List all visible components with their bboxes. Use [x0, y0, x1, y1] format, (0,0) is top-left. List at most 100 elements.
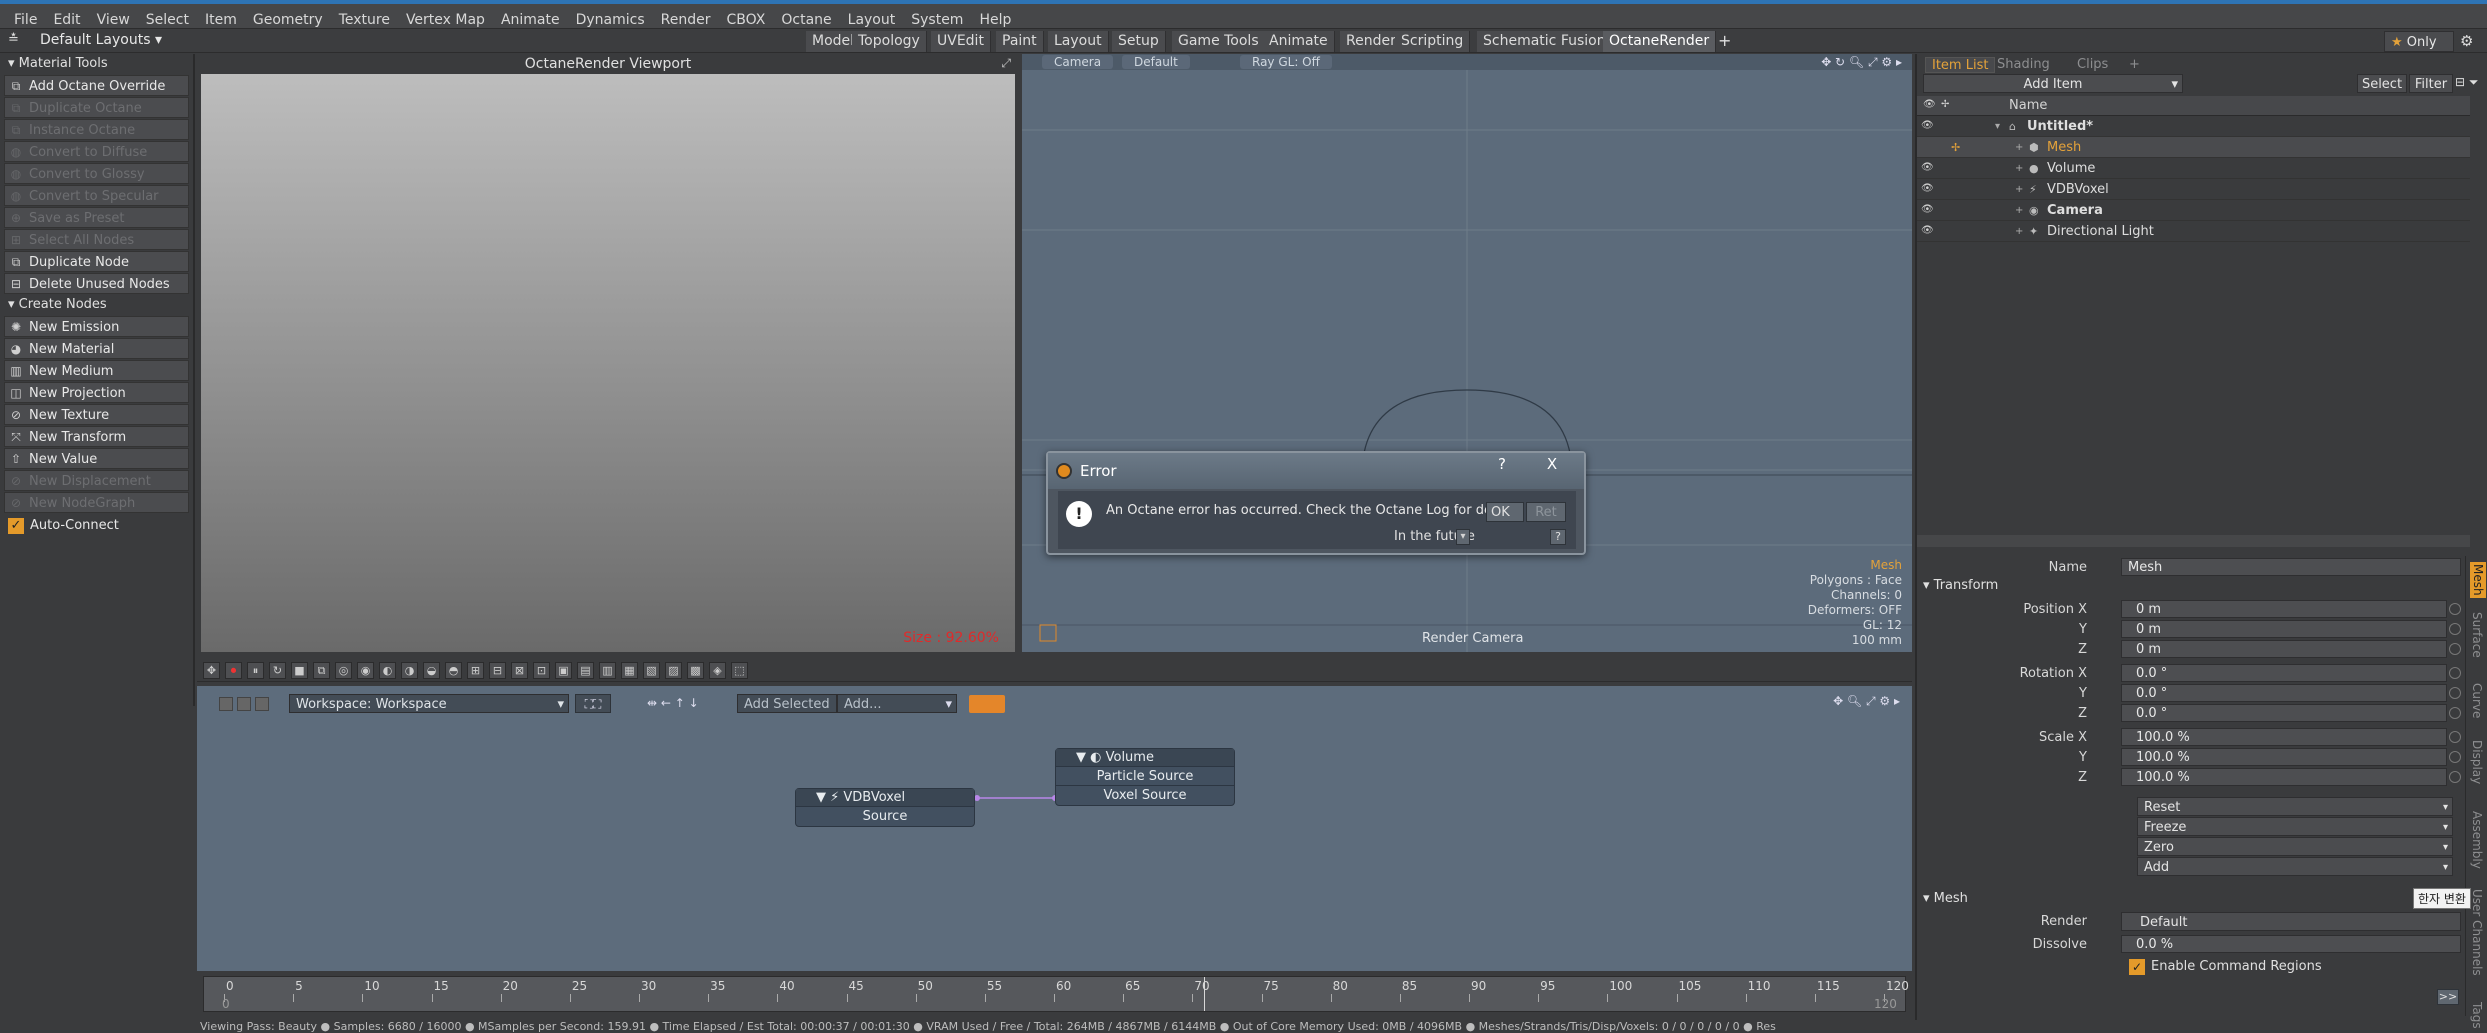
timeline-ruler[interactable]: 0 5 10 15 20 25 30 35 40 45 50 55 60 65 70 75 80 85 90 95 10… — [203, 976, 1909, 1012]
pos-y-key-icon[interactable] — [2449, 623, 2461, 635]
tool-save-as-preset[interactable]: ⊕ Save as Preset — [4, 207, 189, 228]
tab-game-tools[interactable]: Game Tools — [1172, 31, 1266, 52]
side-tab-user-channels[interactable]: User Channels — [2470, 889, 2484, 976]
action-freeze-button[interactable]: Freeze ▾ — [2137, 817, 2453, 836]
tab-topology[interactable]: Topology — [852, 31, 927, 52]
render-toolbar-icon[interactable]: ◓ — [445, 662, 462, 679]
raygl-button[interactable]: Ray GL: Off — [1240, 55, 1332, 69]
tool-instance-octane-override[interactable]: ⧉Instance Octane Override — [4, 119, 189, 159]
tool-new-transform[interactable]: ⤧ New Transform — [4, 426, 189, 447]
render-toolbar-icon[interactable]: ⧉ — [313, 662, 330, 679]
shading-style-button[interactable]: Default — [1122, 55, 1190, 69]
camera-view-button[interactable]: Camera — [1042, 55, 1114, 69]
tab-octanerender[interactable]: OctaneRender — [1603, 31, 1717, 52]
render-toolbar-icon[interactable]: ■ — [291, 662, 308, 679]
rot-y-key-icon[interactable] — [2449, 687, 2461, 699]
side-tab-display[interactable]: Display — [2470, 740, 2484, 784]
tool-new-texture[interactable]: ⊘ New Texture — [4, 404, 189, 425]
transform-section-header[interactable]: ▾ Transform — [1923, 578, 1998, 593]
render-toolbar-icon[interactable]: ▧ — [643, 662, 660, 679]
side-tab-mesh[interactable]: Mesh — [2470, 562, 2486, 598]
more-button[interactable]: >> — [2437, 989, 2459, 1005]
tab-paint[interactable]: Paint — [996, 31, 1044, 52]
render-canvas[interactable]: Size : 92.60% — [201, 74, 1015, 652]
tab-schematic-fusion[interactable]: Schematic Fusion — [1477, 31, 1613, 52]
add-layout-tab-button[interactable]: + — [1718, 31, 1731, 50]
pos-z-key-icon[interactable] — [2449, 643, 2461, 655]
dialog-help-button[interactable]: ? — [1550, 529, 1566, 545]
pos-x-key-icon[interactable] — [2449, 603, 2461, 615]
visibility-eye-icon[interactable]: 👁︎ — [1921, 162, 1934, 174]
scale-z-field[interactable]: 100.0 % — [2121, 768, 2447, 786]
volume-node-header[interactable]: ▼ ◐ Volume — [1056, 749, 1234, 767]
vdbvoxel-node[interactable]: ▼ ⚡ VDBVoxel Source — [795, 788, 975, 827]
list-item[interactable]: ✢ + ⬢ Mesh — [1917, 137, 2470, 158]
layout-toggle-icon[interactable]: ≛ — [8, 32, 19, 47]
render-toolbar-icon[interactable]: ◐ — [379, 662, 396, 679]
octane-render-viewport[interactable]: OctaneRender Viewport ⤢ Size : 92.60% — [197, 54, 1019, 652]
tool-duplicate-octane-override[interactable]: ⧉Duplicate Octane Override — [4, 97, 189, 137]
render-toolbar-icon[interactable]: ◒ — [423, 662, 440, 679]
render-toolbar-icon[interactable]: ▤ — [577, 662, 594, 679]
action-add-button[interactable]: Add ▾ — [2137, 857, 2453, 876]
rot-z-field[interactable]: 0.0 ° — [2121, 704, 2447, 722]
render-toolbar-icon[interactable]: ⊟ — [489, 662, 506, 679]
add-item-button[interactable]: Add Item ▾ — [1923, 74, 2183, 93]
tool-select-all-nodes[interactable]: ⊞ Select All Nodes — [4, 229, 189, 250]
list-item[interactable]: 👁︎ + ● Volume — [1917, 158, 2470, 179]
render-toolbar-icon[interactable]: ▩ — [687, 662, 704, 679]
right-tab-clips[interactable]: Clips — [2071, 57, 2114, 73]
render-toolbar-icon[interactable]: ⊡ — [533, 662, 550, 679]
expand-icon[interactable]: ▾ — [1995, 116, 2000, 137]
scene-viewport[interactable]: Camera Default Ray GL: Off ✥ ↻ 🔍︎ ⤢ ⚙ ▸ … — [1022, 54, 1912, 652]
tab-render[interactable]: Render — [1340, 31, 1403, 52]
enable-command-regions-toggle[interactable]: ✓ Enable Command Regions — [2129, 958, 2322, 976]
render-toolbar-icon[interactable]: ↻ — [269, 662, 286, 679]
render-toolbar-icon[interactable]: ⏺ — [225, 662, 242, 679]
render-toolbar-icon[interactable]: ◈ — [709, 662, 726, 679]
tab-layout[interactable]: Layout — [1048, 31, 1109, 52]
list-item[interactable]: 👁︎ ▾ ⌂ Untitled* — [1917, 116, 2470, 137]
pos-y-field[interactable]: 0 m — [2121, 620, 2447, 638]
ok-button[interactable]: OK — [1486, 502, 1524, 522]
help-button[interactable]: ? — [1484, 451, 1520, 477]
tab-setup[interactable]: Setup — [1112, 31, 1166, 52]
tool-convert-to-diffuse[interactable]: ◍ Convert to Diffuse — [4, 141, 189, 162]
right-tab-add[interactable]: + — [2123, 57, 2146, 73]
item-list-scrollbar[interactable] — [1917, 535, 2470, 547]
render-toolbar-icon[interactable]: ⊞ — [467, 662, 484, 679]
render-toolbar-icon[interactable]: ✥ — [203, 662, 220, 679]
render-toolbar-icon[interactable]: ⊠ — [511, 662, 528, 679]
scale-x-key-icon[interactable] — [2449, 731, 2461, 743]
render-toolbar-icon[interactable]: ◑ — [401, 662, 418, 679]
volume-node[interactable]: ▼ ◐ Volume Particle Source Voxel Source — [1055, 748, 1235, 806]
side-tab-assembly[interactable]: Assembly — [2470, 811, 2484, 869]
expand-icon[interactable]: + — [2015, 158, 2023, 179]
lock-icon[interactable]: ✢ — [1951, 137, 1960, 158]
visibility-eye-icon[interactable]: 👁︎ — [1921, 120, 1934, 132]
tool-new-emission[interactable]: ✺ New Emission — [4, 316, 189, 337]
source-port[interactable]: Source — [796, 807, 974, 826]
scale-x-field[interactable]: 100.0 % — [2121, 728, 2447, 746]
expand-icon[interactable]: + — [2015, 179, 2023, 200]
scale-y-field[interactable]: 100.0 % — [2121, 748, 2447, 766]
tab-animate[interactable]: Animate — [1263, 31, 1335, 52]
tool-new-displacement[interactable]: ⊘ New Displacement — [4, 470, 189, 491]
dissolve-field[interactable]: 0.0 % — [2121, 935, 2461, 953]
tool-new-medium[interactable]: ▥ New Medium — [4, 360, 189, 381]
tool-convert-to-specular[interactable]: ◍ Convert to Specular — [4, 185, 189, 206]
tab-scripting[interactable]: Scripting — [1395, 31, 1471, 52]
list-item[interactable]: 👁︎ + ◉ Camera — [1917, 200, 2470, 221]
side-tab-tags[interactable]: Tags — [2470, 1002, 2484, 1029]
expand-icon[interactable]: + — [2015, 137, 2023, 158]
vdbvoxel-node-header[interactable]: ▼ ⚡ VDBVoxel — [796, 789, 974, 807]
visibility-eye-icon[interactable]: 👁︎ — [1921, 225, 1934, 237]
filter-button[interactable]: Filter — [2409, 74, 2453, 93]
list-item[interactable]: 👁︎ + ✦ Directional Light — [1917, 221, 2470, 242]
pos-x-field[interactable]: 0 m — [2121, 600, 2447, 618]
visibility-eye-icon[interactable]: 👁︎ — [1921, 204, 1934, 216]
tool-new-projection[interactable]: ◫ New Projection — [4, 382, 189, 403]
tool-delete-unused-nodes[interactable]: ⊟ Delete Unused Nodes — [4, 273, 189, 294]
mesh-section-header[interactable]: ▾ Mesh — [1923, 891, 1968, 906]
action-reset-button[interactable]: Reset ▾ — [2137, 797, 2453, 816]
